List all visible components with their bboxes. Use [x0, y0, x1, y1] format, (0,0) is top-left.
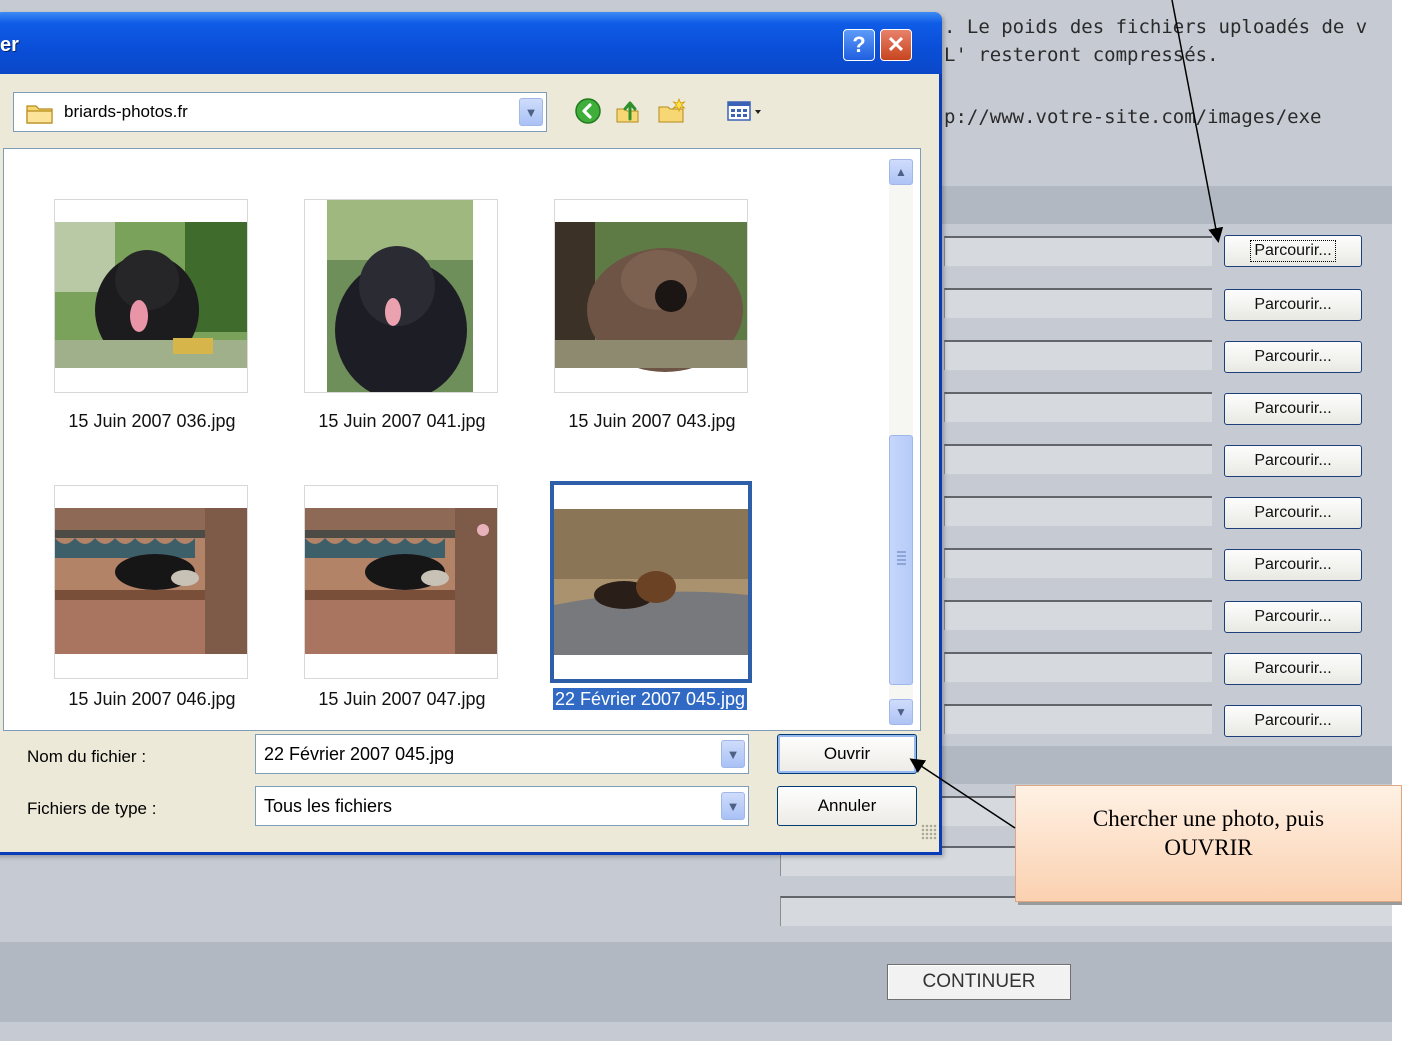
- scroll-thumb[interactable]: [889, 435, 913, 685]
- file-path-field-3[interactable]: [944, 340, 1212, 370]
- section-header-band: [940, 186, 1392, 224]
- filetype-value: Tous les fichiers: [264, 796, 393, 816]
- open-file-dialog: er ? ✕ briards-photos.fr ▼ 15 Juin 2007 …: [0, 12, 942, 855]
- browse-button-7[interactable]: Parcourir...: [1224, 549, 1362, 581]
- file-name[interactable]: 15 Juin 2007 036.jpg: [22, 411, 282, 432]
- file-name[interactable]: 15 Juin 2007 043.jpg: [522, 411, 782, 432]
- chevron-down-icon: ▼: [524, 104, 538, 120]
- browse-button-6[interactable]: Parcourir...: [1224, 497, 1362, 529]
- file-path-field-8[interactable]: [944, 600, 1212, 630]
- new-folder-icon: [658, 97, 686, 123]
- file-list-view[interactable]: 15 Juin 2007 036.jpg 15 Juin 2007 041.jp…: [3, 148, 921, 731]
- intro-text-line-1: . Le poids des fichiers uploadés de v: [944, 16, 1368, 38]
- vertical-scrollbar[interactable]: ▲ ▼: [889, 159, 913, 725]
- section-divider-band: [940, 746, 1392, 784]
- file-path-field-4[interactable]: [944, 392, 1212, 422]
- dialog-titlebar[interactable]: er ? ✕: [0, 12, 942, 74]
- dog-photo-thumbnail: [554, 509, 748, 655]
- grip-icon: [897, 551, 906, 565]
- look-in-dropdown[interactable]: briards-photos.fr ▼: [13, 92, 547, 132]
- scroll-down-button[interactable]: ▼: [889, 699, 913, 725]
- file-path-field-10[interactable]: [944, 704, 1212, 734]
- file-path-field-9[interactable]: [944, 652, 1212, 682]
- dog-photo-thumbnail: [305, 508, 497, 654]
- intro-text-line-2: L' resteront compressés.: [944, 44, 1219, 66]
- close-button[interactable]: ✕: [880, 29, 912, 61]
- file-name-selected[interactable]: 22 Février 2007 045.jpg: [520, 687, 780, 711]
- dog-photo-thumbnail: [55, 222, 247, 368]
- file-thumbnail-3[interactable]: [554, 199, 748, 393]
- annotation-text-line-1: Chercher une photo, puis: [1092, 806, 1325, 831]
- close-icon: ✕: [886, 32, 906, 57]
- file-thumbnail-5[interactable]: [304, 485, 498, 679]
- back-icon: [575, 98, 601, 124]
- file-path-field-5[interactable]: [944, 444, 1212, 474]
- dog-photo-thumbnail: [327, 200, 473, 392]
- file-path-field-2[interactable]: [944, 288, 1212, 318]
- dialog-title: er: [0, 34, 19, 56]
- scroll-up-button[interactable]: ▲: [889, 159, 913, 185]
- browse-button-10[interactable]: Parcourir...: [1224, 705, 1362, 737]
- file-path-field-7[interactable]: [944, 548, 1212, 578]
- views-menu-button[interactable]: [725, 94, 765, 128]
- browse-button-2[interactable]: Parcourir...: [1224, 289, 1362, 321]
- dog-photo-thumbnail: [55, 508, 247, 654]
- look-in-dropdown-arrow[interactable]: ▼: [519, 98, 543, 126]
- file-thumbnail-4[interactable]: [54, 485, 248, 679]
- filename-dropdown-arrow[interactable]: ▼: [721, 740, 745, 768]
- open-button[interactable]: Ouvrir: [777, 734, 917, 774]
- help-icon: ?: [852, 32, 866, 57]
- file-name[interactable]: 15 Juin 2007 041.jpg: [272, 411, 532, 432]
- footer-band: [0, 942, 1392, 1022]
- browse-button-8[interactable]: Parcourir...: [1224, 601, 1362, 633]
- file-thumbnail-6-selected[interactable]: [550, 481, 752, 683]
- filename-label: Nom du fichier :: [27, 747, 147, 766]
- filename-combo[interactable]: 22 Février 2007 045.jpg ▼: [255, 734, 749, 774]
- folder-icon: [26, 102, 54, 128]
- file-path-field-6[interactable]: [944, 496, 1212, 526]
- browse-button-5[interactable]: Parcourir...: [1224, 445, 1362, 477]
- filetype-label: Fichiers de type :: [27, 799, 157, 818]
- back-button[interactable]: [571, 94, 605, 128]
- look-in-value: briards-photos.fr: [64, 102, 188, 121]
- annotation-text-line-2: OUVRIR: [1164, 835, 1253, 860]
- chevron-down-icon: ▼: [895, 705, 907, 719]
- chevron-up-icon: ▲: [895, 165, 907, 179]
- filetype-combo[interactable]: Tous les fichiers ▼: [255, 786, 749, 826]
- dog-photo-thumbnail: [555, 222, 747, 372]
- browse-button-4[interactable]: Parcourir...: [1224, 393, 1362, 425]
- continue-button[interactable]: CONTINUER: [887, 964, 1071, 1000]
- chevron-down-icon: ▼: [726, 798, 740, 814]
- intro-text-url: p://www.votre-site.com/images/exe: [944, 106, 1322, 128]
- views-menu-icon: [727, 101, 761, 121]
- file-name[interactable]: 15 Juin 2007 046.jpg: [22, 689, 282, 710]
- chevron-down-icon: ▼: [726, 746, 740, 762]
- new-folder-button[interactable]: [655, 94, 689, 128]
- browse-button-9[interactable]: Parcourir...: [1224, 653, 1362, 685]
- file-thumbnail-1[interactable]: [54, 199, 248, 393]
- file-thumbnail-2[interactable]: [304, 199, 498, 393]
- browse-button-1[interactable]: Parcourir...: [1224, 235, 1362, 267]
- cancel-button[interactable]: Annuler: [777, 786, 917, 826]
- file-name[interactable]: 15 Juin 2007 047.jpg: [272, 689, 532, 710]
- up-folder-button[interactable]: [611, 94, 645, 128]
- filetype-dropdown-arrow[interactable]: ▼: [721, 792, 745, 820]
- resize-grip-icon[interactable]: [921, 824, 937, 840]
- file-path-field-1[interactable]: [944, 236, 1212, 266]
- filename-value: 22 Février 2007 045.jpg: [264, 744, 455, 764]
- browse-button-3[interactable]: Parcourir...: [1224, 341, 1362, 373]
- help-button[interactable]: ?: [843, 29, 875, 61]
- annotation-callout: Chercher une photo, puis OUVRIR: [1015, 785, 1402, 902]
- up-folder-icon: [616, 101, 639, 123]
